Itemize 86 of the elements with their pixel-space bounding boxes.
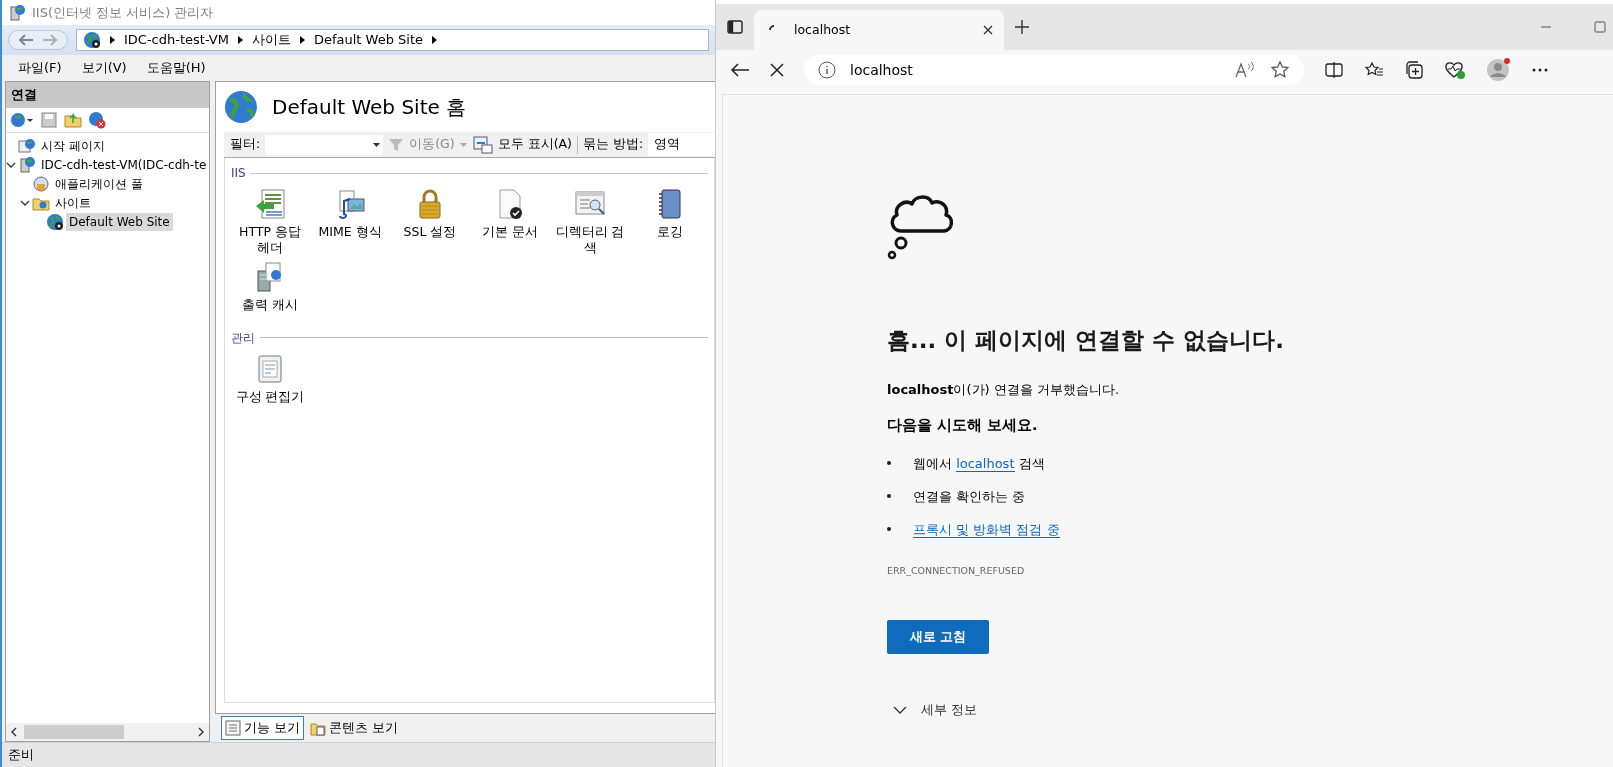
back-icon[interactable] — [730, 62, 750, 78]
filter-field[interactable] — [265, 134, 384, 155]
chevron-right-icon[interactable] — [197, 727, 205, 737]
error-heading: 흠... 이 페이지에 연결할 수 없습니다. — [887, 326, 1284, 355]
status-bar: 준비 — [2, 742, 715, 767]
suggestions-heading: 다음을 시도해 보세요. — [887, 416, 1038, 435]
view-tab[interactable]: 콘텐츠 보기 — [306, 716, 403, 740]
pane-header: 연결 — [6, 82, 209, 108]
folder-document-icon — [310, 720, 327, 736]
suggestion-text: 검색 — [1017, 455, 1045, 471]
globe-page-icon — [18, 137, 36, 155]
info-icon[interactable] — [818, 61, 836, 79]
horizontal-scrollbar[interactable] — [6, 723, 209, 741]
chevron-icon[interactable] — [298, 35, 306, 45]
details-toggle[interactable]: 세부 정보 — [893, 700, 978, 720]
bullet-icon — [887, 494, 891, 499]
breadcrumb-item[interactable]: Default Web Site — [313, 30, 424, 50]
filter-label: 필터: — [230, 135, 261, 154]
menu-item[interactable]: 도움말(H) — [138, 56, 214, 80]
tree-item[interactable]: Default Web Site — [66, 213, 173, 231]
close-icon[interactable] — [982, 24, 994, 36]
grid-page-icon — [225, 720, 241, 736]
group-by-field[interactable]: 영역 — [648, 133, 715, 156]
group-by-label: 묶는 방법: — [582, 135, 644, 154]
star-icon[interactable] — [1270, 60, 1290, 80]
chevron-down-icon — [893, 704, 907, 715]
group-title: IIS — [231, 165, 246, 182]
view-tab[interactable]: 기능 보기 — [221, 716, 305, 740]
suggestion-text: 연결을 확인하는 중 — [913, 488, 1026, 504]
menu-item[interactable]: 파일(F) — [10, 56, 70, 80]
iis-app-icon — [8, 3, 26, 22]
reload-button[interactable]: 새로 고침 — [887, 620, 989, 654]
error-code: ERR_CONNECTION_REFUSED — [887, 563, 1025, 578]
tree-item[interactable]: 사이트 — [52, 194, 94, 212]
show-all-icon[interactable] — [472, 135, 493, 154]
suggestion-text: 웹에서 — [913, 455, 953, 471]
caret-icon — [373, 141, 382, 148]
sidebar-icon[interactable] — [726, 18, 744, 36]
suggestion-link[interactable]: localhost — [956, 455, 1015, 472]
more-icon[interactable] — [1532, 67, 1548, 73]
read-aloud-icon[interactable] — [1234, 61, 1256, 79]
tree-item[interactable]: 시작 페이지 — [38, 137, 108, 155]
tree-item[interactable]: IDC-cdh-test-VM(IDC-cdh-te — [38, 156, 209, 174]
feature-label[interactable]: HTTP 응답 헤더 — [231, 224, 309, 256]
chevron-icon[interactable] — [109, 35, 116, 45]
feature-label[interactable]: 로깅 — [657, 224, 683, 240]
split-screen-icon[interactable] — [1324, 61, 1344, 79]
new-tab-icon[interactable] — [1014, 19, 1030, 35]
heart-pulse-icon[interactable] — [1444, 60, 1466, 80]
feature-label[interactable]: SSL 설정 — [403, 224, 457, 240]
pool-icon — [32, 175, 50, 193]
feature-label[interactable]: 구성 편집기 — [235, 388, 305, 405]
menu-item[interactable]: 보기(V) — [73, 56, 135, 80]
folder-arrow-icon[interactable] — [64, 110, 82, 129]
favorites-icon[interactable] — [1364, 61, 1384, 79]
chevron-icon[interactable] — [20, 198, 30, 208]
feature-label[interactable]: MIME 형식 — [318, 224, 382, 240]
page-title: Default Web Site 홈 — [272, 94, 467, 121]
window-title: IIS(인터넷 정보 서비스) 관리자 — [32, 3, 214, 22]
close-icon[interactable] — [770, 63, 784, 77]
suggestion-link[interactable]: 프록시 및 방화벽 점검 중 — [913, 521, 1060, 538]
feature-label[interactable]: 출력 캐시 — [242, 297, 298, 313]
server-globe-icon — [18, 156, 36, 174]
breadcrumb-item[interactable]: IDC-cdh-test-VM — [124, 30, 229, 50]
breadcrumb-item[interactable]: 사이트 — [251, 30, 291, 50]
show-all-button[interactable]: 모두 표시(A) — [497, 135, 572, 154]
chevron-left-icon[interactable] — [10, 727, 18, 737]
bullet-icon — [887, 527, 891, 532]
chevron-icon[interactable] — [6, 160, 16, 170]
address-bar[interactable]: localhost — [804, 55, 1304, 85]
bullet-icon — [887, 461, 891, 466]
tree-item[interactable]: 애플리케이션 풀 — [52, 175, 146, 193]
globe-icon — [46, 213, 64, 231]
chevron-icon[interactable] — [236, 35, 244, 45]
feature-label[interactable]: 기본 문서 — [482, 224, 538, 240]
browser-tab[interactable]: localhost — [754, 10, 1004, 50]
chevron-icon[interactable] — [431, 35, 439, 45]
globe-disconnect-icon[interactable] — [88, 110, 106, 129]
collections-icon[interactable] — [1404, 60, 1424, 80]
error-message: localhost이(가) 연결을 거부했습니다. — [887, 380, 1119, 399]
avatar-icon[interactable] — [1486, 57, 1512, 83]
document-arrow-icon[interactable] — [254, 188, 286, 220]
feature-label[interactable]: 디렉터리 검색 — [551, 224, 629, 256]
group-title: 관리 — [231, 329, 255, 347]
globe-dropdown-icon[interactable] — [10, 110, 34, 129]
globe-icon — [224, 90, 258, 124]
